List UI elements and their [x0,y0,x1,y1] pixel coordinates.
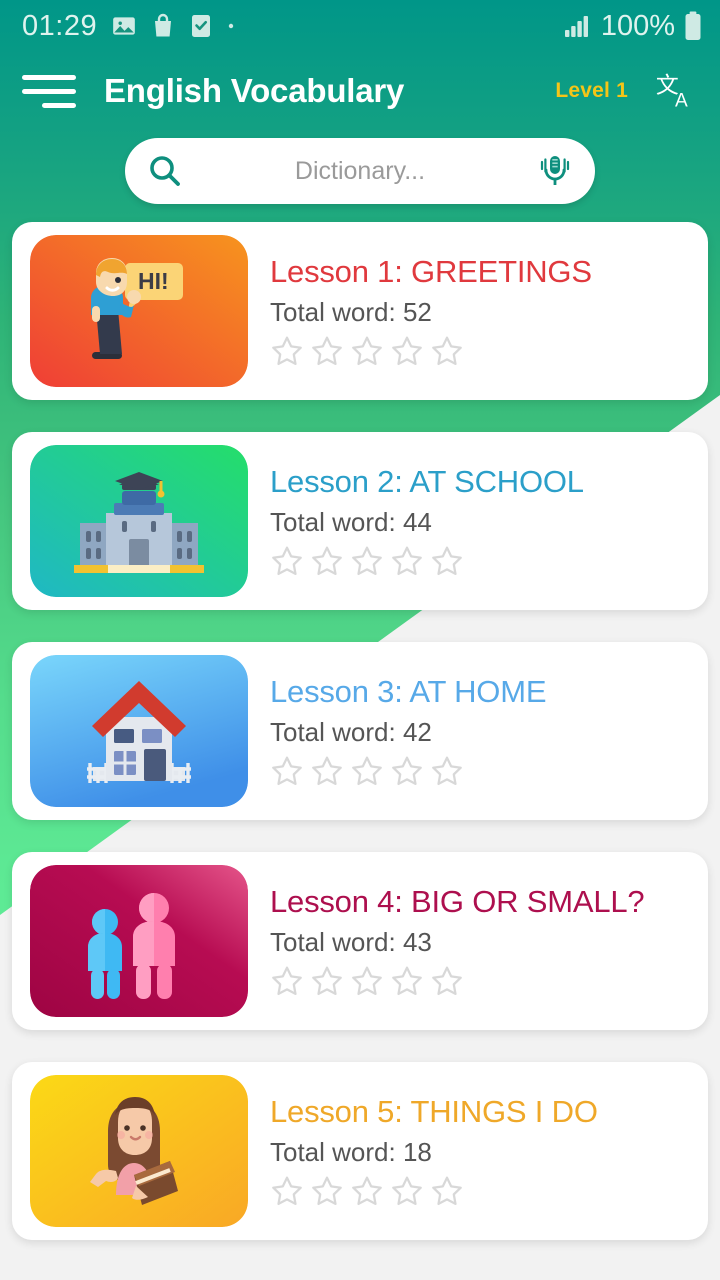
hamburger-line-3 [42,102,76,108]
status-bar: 01:29 100% [0,0,720,52]
lesson-rating[interactable] [270,334,690,368]
star-empty-icon[interactable] [310,754,344,788]
lesson-word-count: Total word: 44 [270,507,432,537]
page-title: English Vocabulary [104,72,405,109]
lesson-word-count: Total word: 52 [270,297,432,327]
lesson-info: Lesson 1: GREETINGS Total word: 52 [248,254,690,368]
lesson-thumbnail [30,1075,248,1227]
battery-icon [684,11,702,41]
battery-percentage-label: 100% [600,9,675,42]
app-bar: English Vocabulary Level 1 文 A [0,52,720,130]
lesson-word-count: Total word: 42 [270,717,432,747]
lesson-title: Lesson 5: THINGS I DO [270,1094,598,1129]
lesson-rating[interactable] [270,964,690,998]
school-building-icon [30,445,248,597]
woman-reading-icon [30,1075,248,1227]
two-people-icon [30,865,248,1017]
image-icon [111,13,137,39]
star-empty-icon[interactable] [390,754,424,788]
shopping-bag-icon [151,13,175,39]
lesson-title: Lesson 4: BIG OR SMALL? [270,884,645,919]
star-empty-icon[interactable] [270,964,304,998]
lesson-card[interactable]: Lesson 4: BIG OR SMALL? Total word: 43 [12,852,708,1030]
hamburger-line-1 [22,74,76,80]
star-empty-icon[interactable] [270,334,304,368]
star-empty-icon[interactable] [270,544,304,578]
microphone-icon[interactable] [537,152,573,190]
lesson-info: Lesson 4: BIG OR SMALL? Total word: 43 [248,884,690,998]
lesson-info: Lesson 2: AT SCHOOL Total word: 44 [248,464,690,578]
level-badge[interactable]: Level 1 [555,79,628,103]
star-empty-icon[interactable] [310,334,344,368]
lesson-word-count: Total word: 43 [270,927,432,957]
search-area [0,130,720,204]
lesson-info: Lesson 5: THINGS I DO Total word: 18 [248,1094,690,1208]
star-empty-icon[interactable] [430,544,464,578]
status-bar-clock: 01:29 [22,9,98,42]
star-empty-icon[interactable] [390,334,424,368]
translate-icon[interactable]: 文 A [652,68,698,114]
star-empty-icon[interactable] [350,964,384,998]
lesson-thumbnail [30,865,248,1017]
lesson-thumbnail [30,655,248,807]
star-empty-icon[interactable] [430,754,464,788]
star-empty-icon[interactable] [430,964,464,998]
lesson-info: Lesson 3: AT HOME Total word: 42 [248,674,690,788]
star-empty-icon[interactable] [390,1174,424,1208]
star-empty-icon[interactable] [350,1174,384,1208]
star-empty-icon[interactable] [310,544,344,578]
house-icon [30,655,248,807]
lesson-title: Lesson 1: GREETINGS [270,254,592,289]
lesson-thumbnail: HI! [30,235,248,387]
svg-text:A: A [675,90,688,111]
star-empty-icon[interactable] [350,334,384,368]
search-icon[interactable] [147,153,183,189]
lesson-title: Lesson 2: AT SCHOOL [270,464,584,499]
lesson-rating[interactable] [270,754,690,788]
lesson-list: HI! Lesson 1: GREETINGS Total word: 52 L… [0,204,720,1240]
status-bar-left: 01:29 [22,10,235,43]
star-empty-icon[interactable] [390,544,424,578]
star-empty-icon[interactable] [310,964,344,998]
star-empty-icon[interactable] [270,754,304,788]
star-empty-icon[interactable] [430,1174,464,1208]
hamburger-line-2 [22,88,76,94]
lesson-card[interactable]: Lesson 5: THINGS I DO Total word: 18 [12,1062,708,1240]
hamburger-menu-icon[interactable] [22,71,80,111]
lesson-card[interactable]: HI! Lesson 1: GREETINGS Total word: 52 [12,222,708,400]
star-empty-icon[interactable] [390,964,424,998]
star-empty-icon[interactable] [350,544,384,578]
svg-text:HI!: HI! [138,268,169,294]
star-empty-icon[interactable] [310,1174,344,1208]
checkbox-icon [189,13,213,39]
lesson-card[interactable]: Lesson 3: AT HOME Total word: 42 [12,642,708,820]
signal-bars-icon [564,14,592,38]
star-empty-icon[interactable] [430,334,464,368]
lesson-rating[interactable] [270,1174,690,1208]
lesson-word-count: Total word: 18 [270,1137,432,1167]
dot-icon [227,22,235,30]
lesson-rating[interactable] [270,544,690,578]
status-bar-right: 100% [564,10,702,43]
lesson-thumbnail [30,445,248,597]
star-empty-icon[interactable] [270,1174,304,1208]
star-empty-icon[interactable] [350,754,384,788]
greeting-man-icon: HI! [30,235,248,387]
search-bar[interactable] [125,138,595,204]
search-input[interactable] [183,156,537,186]
lesson-card[interactable]: Lesson 2: AT SCHOOL Total word: 44 [12,432,708,610]
lesson-title: Lesson 3: AT HOME [270,674,547,709]
